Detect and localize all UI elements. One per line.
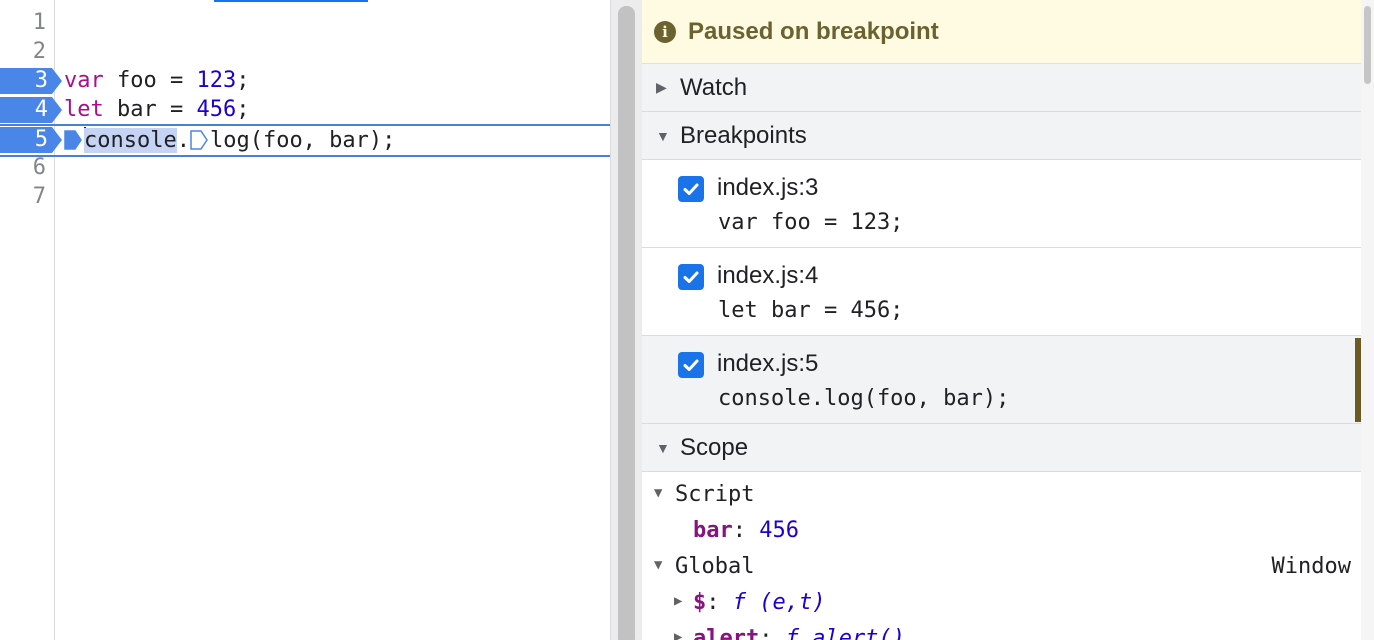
line-number: 5 [34, 127, 48, 152]
line-number: 3 [34, 68, 48, 93]
paused-status: Paused on breakpoint [688, 17, 939, 45]
code-line-6[interactable]: 6 [0, 153, 610, 182]
breakpoint-marker[interactable]: 5 [0, 127, 62, 153]
checkmark-icon [683, 359, 699, 371]
scope-property-row[interactable]: ▶ alert: f alert() [642, 622, 1361, 640]
breakpoint-location[interactable]: index.js:5 [717, 350, 818, 378]
section-watch[interactable]: ▶ Watch [642, 64, 1361, 112]
inline-breakpoint-icon[interactable] [64, 130, 82, 150]
breakpoint-code[interactable]: let bar = 456; [718, 298, 903, 323]
scope-property-row[interactable]: bar: 456 [642, 514, 1361, 550]
code-text[interactable]: let bar = 456; [64, 95, 249, 124]
checkmark-icon [683, 183, 699, 195]
breakpoint-marker[interactable]: 4 [0, 97, 62, 123]
triangle-down-icon: ▼ [656, 439, 670, 456]
property-separator: : [706, 590, 733, 615]
info-icon: i [654, 20, 676, 43]
breakpoint-code[interactable]: var foo = 123; [718, 210, 903, 235]
scope-label: Script [675, 482, 755, 507]
section-title: Scope [680, 433, 749, 461]
scope-value: Window [1271, 554, 1351, 579]
code-line-3[interactable]: 3 var foo = 123; [0, 66, 610, 95]
scope-property-row[interactable]: ▶ $: f (e,t) [642, 586, 1361, 622]
breakpoint-item[interactable]: index.js:4 let bar = 456; [642, 248, 1361, 336]
breakpoint-location[interactable]: index.js:3 [717, 174, 818, 202]
code-token: . [176, 128, 190, 153]
section-title: Breakpoints [680, 121, 807, 149]
code-token: log(foo, bar); [209, 128, 396, 153]
number-literal: 123 [196, 68, 237, 93]
code-line-4[interactable]: 4 let bar = 456; [0, 95, 610, 124]
code-line-7[interactable]: 7 [0, 182, 610, 211]
property-name: bar [693, 518, 733, 543]
section-breakpoints[interactable]: ▼ Breakpoints [642, 112, 1361, 160]
triangle-right-icon: ▶ [656, 79, 667, 95]
property-name: alert [693, 626, 760, 640]
number-literal: 456 [196, 97, 237, 122]
section-scope[interactable]: ▼ Scope [642, 424, 1361, 472]
active-tab-indicator [214, 0, 368, 2]
breakpoint-location[interactable]: index.js:4 [717, 262, 818, 290]
property-name: $ [693, 590, 707, 615]
breakpoint-item-hit[interactable]: index.js:5 console.log(foo, bar); [642, 336, 1361, 424]
function-signature: alert() [798, 626, 905, 640]
breakpoint-code[interactable]: console.log(foo, bar); [718, 386, 1009, 411]
triangle-down-icon: ▼ [656, 127, 670, 144]
breakpoint-checkbox[interactable] [678, 176, 704, 202]
keyword: var [64, 68, 104, 93]
scope-label: Global [675, 554, 755, 579]
checkmark-icon [683, 271, 699, 283]
line-number[interactable]: 1 [0, 8, 50, 37]
editor-scrollbar-thumb[interactable] [618, 6, 635, 640]
breakpoint-item[interactable]: index.js:3 var foo = 123; [642, 160, 1361, 248]
scope-tree: ▼ Script bar: 456 ▼ Global Window ▶ $: f… [642, 478, 1361, 640]
code-token: ; [236, 68, 250, 93]
code-token: bar = [103, 97, 197, 122]
breakpoint-checkbox[interactable] [678, 352, 704, 378]
selected-token: console [84, 128, 177, 153]
function-marker: f [785, 626, 799, 640]
section-title: Watch [680, 73, 748, 101]
triangle-down-icon: ▼ [654, 485, 663, 501]
function-signature: (e,t) [746, 590, 826, 615]
keyword: let [64, 97, 104, 122]
code-line-1[interactable]: 1 [0, 8, 610, 37]
triangle-right-icon: ▶ [674, 629, 683, 640]
code-editor[interactable]: 1 2 3 var foo = 123; 4 let bar = 456; 5 … [0, 0, 610, 640]
scope-global-row[interactable]: ▼ Global Window [642, 550, 1361, 586]
line-number[interactable]: 7 [0, 182, 50, 211]
sidebar-scrollbar[interactable] [1361, 0, 1374, 640]
code-token: ; [236, 97, 250, 122]
scope-script-row[interactable]: ▼ Script [642, 478, 1361, 514]
line-number[interactable]: 2 [0, 37, 50, 66]
line-number[interactable]: 6 [0, 153, 50, 182]
property-separator: : [732, 518, 760, 543]
code-text[interactable]: console. log(foo, bar); [64, 126, 395, 155]
sidebar-scrollbar-thumb[interactable] [1364, 6, 1371, 84]
paused-banner: i Paused on breakpoint [642, 0, 1361, 64]
breakpoint-marker[interactable]: 3 [0, 68, 62, 94]
line-number: 4 [34, 97, 48, 122]
property-separator: : [759, 626, 786, 640]
function-marker: f [732, 590, 746, 615]
code-line-2[interactable]: 2 [0, 37, 610, 66]
property-value: 456 [759, 518, 799, 543]
code-token: foo = [103, 68, 197, 93]
triangle-down-icon: ▼ [654, 557, 663, 573]
debugger-sidebar: i Paused on breakpoint ▶ Watch ▼ Breakpo… [642, 0, 1361, 640]
triangle-right-icon: ▶ [674, 593, 683, 609]
code-text[interactable]: var foo = 123; [64, 66, 249, 95]
inline-breakpoint-outline-icon[interactable] [190, 130, 208, 150]
breakpoint-checkbox[interactable] [678, 264, 704, 290]
